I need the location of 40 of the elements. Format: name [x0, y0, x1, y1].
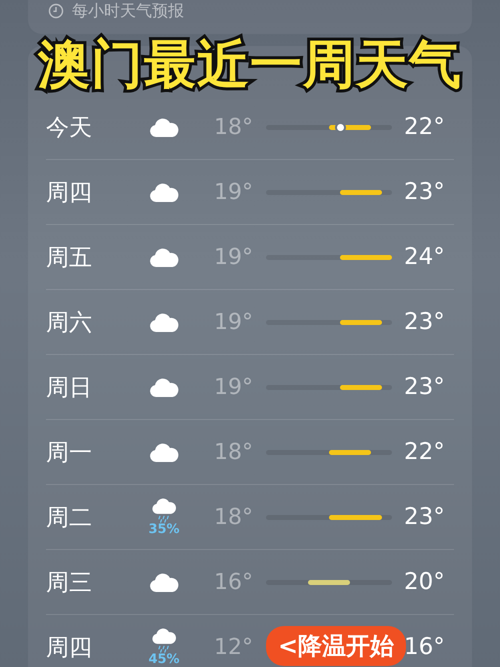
- high-temperature: 23°: [404, 179, 445, 205]
- day-label: 周二: [46, 504, 93, 532]
- cloud-icon: [148, 441, 180, 463]
- cloud-icon: [148, 246, 180, 268]
- day-label: 周一: [46, 438, 93, 468]
- low-temperature: 19°: [214, 244, 254, 270]
- low-temperature: 18°: [214, 504, 254, 530]
- high-temperature: 24°: [404, 244, 445, 270]
- overlay-title: 澳门最近一周天气: [36, 34, 463, 97]
- day-label: 周四: [46, 634, 93, 662]
- clock-icon: [48, 3, 64, 19]
- day-label: 周日: [46, 374, 93, 402]
- card-title: 每小时天气预报: [72, 0, 184, 22]
- high-temperature: 22°: [404, 114, 445, 140]
- day-label: 今天: [46, 114, 93, 142]
- precipitation-chance: 35%: [148, 523, 180, 536]
- day-label: 周三: [46, 568, 93, 598]
- low-temperature: 18°: [214, 440, 254, 464]
- cloud-icon: [148, 571, 180, 593]
- high-temperature: 23°: [404, 309, 445, 335]
- high-temperature: 22°: [404, 439, 445, 465]
- high-temperature: 16°: [404, 634, 445, 660]
- low-temperature: 18°: [214, 114, 254, 140]
- precipitation-chance: 45%: [148, 653, 180, 666]
- cloud-icon: [148, 311, 180, 333]
- low-temperature: 19°: [214, 180, 254, 204]
- day-label: 周六: [46, 308, 93, 338]
- cloud-icon: [148, 181, 180, 203]
- low-temperature: 19°: [214, 310, 254, 334]
- sticker-label: <降温开始: [266, 626, 406, 666]
- cloud-icon: [148, 116, 180, 138]
- low-temperature: 16°: [214, 570, 254, 594]
- low-temperature: 19°: [214, 374, 254, 400]
- high-temperature: 23°: [404, 374, 445, 400]
- high-temperature: 23°: [404, 504, 445, 530]
- day-label: 周四: [46, 178, 93, 208]
- high-temperature: 20°: [404, 569, 445, 595]
- low-temperature: 12°: [214, 634, 254, 660]
- cloud-icon: [148, 376, 180, 398]
- day-label: 周五: [46, 244, 93, 272]
